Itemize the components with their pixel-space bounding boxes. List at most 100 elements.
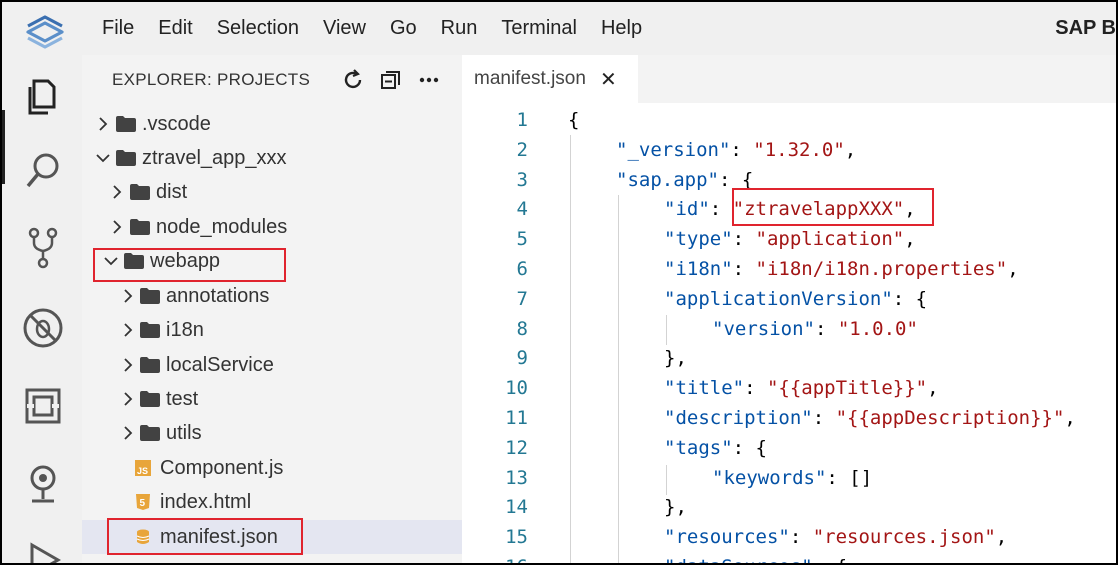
menu-selection[interactable]: Selection [217, 17, 299, 40]
debug-icon[interactable] [20, 305, 66, 351]
tree-item-vscode[interactable]: .vscode [82, 107, 462, 141]
code-text: "title": "{{appTitle}}", [664, 377, 939, 400]
explorer-title: EXPLORER: PROJECTS [112, 70, 311, 89]
menu-edit[interactable]: Edit [158, 17, 192, 40]
tree-item-label: test [166, 387, 199, 410]
more-icon[interactable] [416, 67, 442, 93]
code-line: 15 "resources": "resources.json", [462, 522, 1116, 552]
code-text: "keywords": [] [712, 466, 873, 489]
chevron-right-icon[interactable] [120, 288, 136, 304]
tree-item-label: i18n [166, 318, 204, 341]
line-number: 9 [516, 347, 528, 370]
code-line: 14}, [462, 492, 1116, 522]
search-icon[interactable] [20, 148, 66, 194]
menu-help[interactable]: Help [601, 17, 642, 40]
line-number: 5 [516, 228, 528, 251]
code-line: 5 "type": "application", [462, 224, 1116, 254]
app-window: File Edit Selection View Go Run Terminal… [0, 0, 1118, 565]
chevron-right-icon[interactable] [109, 219, 125, 235]
webapp-highlight-box [93, 248, 286, 282]
tree-item-localservice[interactable]: localService [82, 348, 462, 382]
js-file-icon: JS [135, 460, 151, 476]
chevron-right-icon[interactable] [120, 391, 136, 407]
refresh-icon[interactable] [340, 67, 366, 93]
line-number: 7 [516, 287, 528, 310]
tree-item-index-html[interactable]: 5 index.html [82, 485, 462, 519]
tree-item-component-js[interactable]: JS Component.js [82, 451, 462, 485]
code-text: "version": "1.0.0" [712, 317, 918, 340]
tree-item-dist[interactable]: dist [82, 175, 462, 209]
folder-icon [130, 184, 150, 200]
folder-icon [130, 219, 150, 235]
code-line: 10 "title": "{{appTitle}}", [462, 373, 1116, 403]
tree-item-label: dist [156, 180, 188, 203]
folder-icon [140, 322, 160, 338]
tree-item-label: localService [166, 353, 274, 376]
code-text: "_version": "1.32.0", [616, 138, 857, 161]
editor-area: manifest.json ✕ 1{2 "_version": "1.32.0",… [462, 55, 1116, 563]
tree-item-label: .vscode [142, 112, 211, 135]
code-text: "description": "{{appDescription}}", [664, 407, 1076, 429]
code-text: "type": "application", [664, 228, 916, 251]
line-number: 4 [516, 198, 528, 221]
folder-icon [140, 288, 160, 304]
menu-view[interactable]: View [323, 17, 366, 40]
close-icon[interactable]: ✕ [600, 67, 617, 92]
collapse-all-icon[interactable] [378, 67, 404, 93]
tree-item-ztravel-app-xxx[interactable]: ztravel_app_xxx [82, 141, 462, 175]
line-number: 15 [505, 526, 528, 549]
tree-item-label: node_modules [156, 215, 288, 238]
menu-run[interactable]: Run [441, 17, 478, 40]
code-line: 7 "applicationVersion": { [462, 284, 1116, 314]
svg-text:JS: JS [137, 466, 148, 476]
explorer-sidebar: EXPLORER: PROJECTS .vscode ztravel_app_xx… [82, 55, 462, 563]
menu-go[interactable]: Go [390, 17, 417, 40]
tree-item-label: utils [166, 421, 202, 444]
code-text: }, [664, 496, 687, 519]
menu-file[interactable]: File [102, 17, 134, 40]
tree-item-i18n[interactable]: i18n [82, 313, 462, 347]
code-line: 8 "version": "1.0.0" [462, 314, 1116, 344]
code-text: "tags": { [664, 436, 767, 459]
line-number: 8 [516, 317, 528, 340]
line-number: 6 [516, 258, 528, 280]
line-number: 2 [516, 138, 528, 161]
line-number: 3 [516, 168, 528, 191]
activity-bar [2, 55, 82, 565]
run-icon[interactable] [20, 537, 66, 565]
chevron-right-icon[interactable] [120, 322, 136, 338]
tree-item-label: index.html [160, 490, 252, 513]
app-logo-icon [26, 15, 64, 49]
code-view[interactable]: 1{2 "_version": "1.32.0", 3 "sap.app": {4 "i… [462, 105, 1116, 563]
source-control-icon[interactable] [20, 225, 66, 271]
line-number: 12 [505, 436, 528, 459]
tab-bar: manifest.json ✕ [462, 55, 1116, 103]
chevron-right-icon[interactable] [109, 184, 125, 200]
chevron-right-icon[interactable] [95, 116, 111, 132]
code-line: 16 "dataSources": { [462, 552, 1116, 563]
folder-icon [140, 425, 160, 441]
code-text: }, [664, 347, 687, 370]
extensions-icon[interactable] [20, 383, 66, 429]
chevron-right-icon[interactable] [120, 357, 136, 373]
line-number: 11 [505, 407, 528, 429]
chevron-right-icon[interactable] [120, 425, 136, 441]
code-line: 12 "tags": { [462, 433, 1116, 463]
tree-item-annotations[interactable]: annotations [82, 279, 462, 313]
explorer-actions [340, 67, 454, 93]
tab-manifest-json[interactable]: manifest.json ✕ [462, 55, 638, 103]
chevron-down-icon[interactable] [95, 150, 111, 166]
tree-item-test[interactable]: test [82, 382, 462, 416]
remote-icon[interactable] [20, 461, 66, 507]
menu-terminal[interactable]: Terminal [501, 17, 577, 40]
menu: File Edit Selection View Go Run Terminal… [102, 2, 666, 55]
tab-label: manifest.json [474, 68, 586, 89]
brand-title: SAP B [1055, 17, 1116, 39]
code-line: 6 "i18n": "i18n/i18n.properties", [462, 254, 1116, 284]
tree-item-utils[interactable]: utils [82, 416, 462, 450]
explorer-icon[interactable] [20, 73, 66, 119]
line-number: 14 [505, 496, 528, 519]
code-text: "applicationVersion": { [664, 287, 928, 310]
code-line: 11 "description": "{{appDescription}}", [462, 403, 1116, 433]
tree-item-node-modules[interactable]: node_modules [82, 210, 462, 244]
